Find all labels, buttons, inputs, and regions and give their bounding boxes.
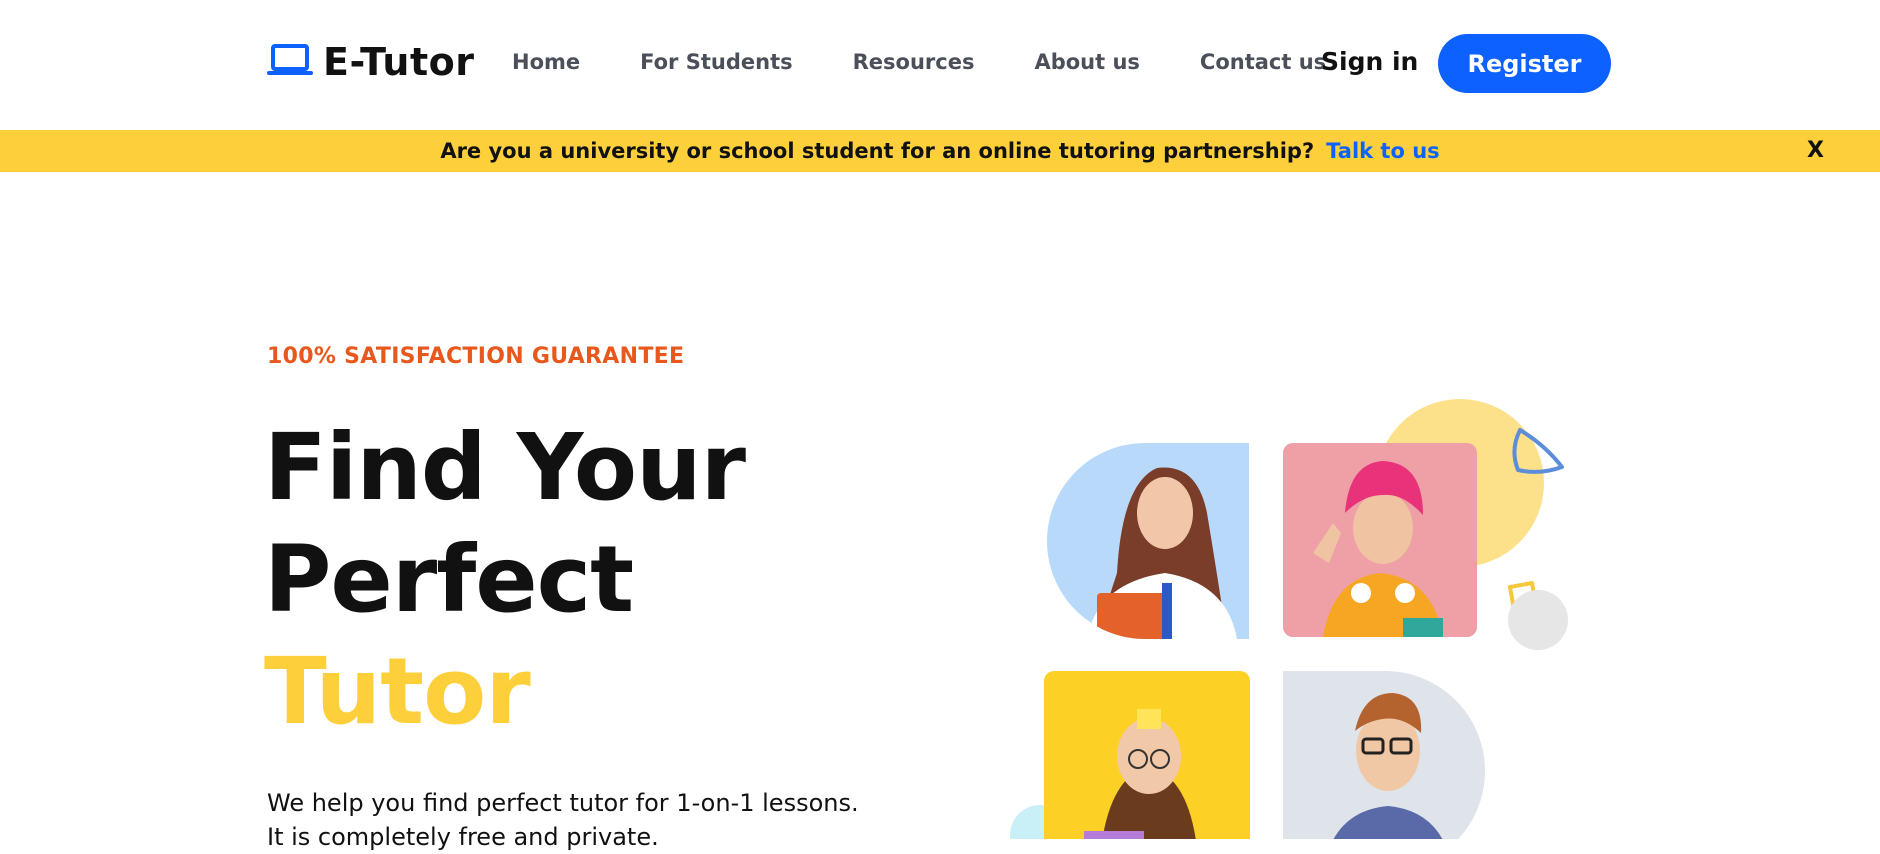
talk-to-us-link[interactable]: Talk to us (1326, 139, 1440, 163)
register-button[interactable]: Register (1438, 34, 1611, 93)
banner-close-button[interactable]: X (1807, 138, 1824, 163)
hero-title: Find Your Perfect Tutor (264, 412, 746, 748)
hero-description: We help you find perfect tutor for 1-on-… (267, 786, 887, 854)
laptop-icon (267, 43, 313, 81)
girl-with-headphones-illustration (1313, 461, 1443, 637)
nav-link-about-us[interactable]: About us (1034, 50, 1139, 74)
hero-title-line-2: Perfect (264, 526, 634, 633)
hero-description-line-2: It is completely free and private. (267, 823, 659, 851)
hero-title-highlight: Tutor (264, 638, 531, 745)
grey-circle-decoration (1508, 590, 1568, 650)
student-with-books-illustration (1087, 467, 1237, 639)
tutor-photo-1 (1047, 443, 1249, 639)
announcement-banner: Are you a university or school student f… (0, 130, 1880, 172)
tutor-photo-3 (1044, 671, 1250, 839)
banner-message: Are you a university or school student f… (440, 139, 1315, 163)
tutor-photo-gallery (1000, 390, 1600, 839)
girl-with-sticky-note-illustration (1084, 709, 1196, 839)
brand-name: E-Tutor (323, 40, 475, 84)
hero-description-line-1: We help you find perfect tutor for 1-on-… (267, 789, 859, 817)
satisfaction-tagline: 100% SATISFACTION GUARANTEE (267, 344, 685, 369)
nav-link-resources[interactable]: Resources (853, 50, 975, 74)
nav-link-contact-us[interactable]: Contact us (1200, 50, 1326, 74)
brand-logo[interactable]: E-Tutor (267, 40, 474, 84)
top-navigation: E-Tutor Home For Students Resources Abou… (0, 0, 1880, 130)
main-menu: Home For Students Resources About us Con… (512, 50, 1326, 74)
sign-in-link[interactable]: Sign in (1321, 47, 1418, 76)
nav-link-for-students[interactable]: For Students (640, 50, 792, 74)
tutor-photo-2 (1283, 443, 1477, 637)
nav-link-home[interactable]: Home (512, 50, 580, 74)
hero-title-line-1: Find Your (264, 414, 746, 521)
